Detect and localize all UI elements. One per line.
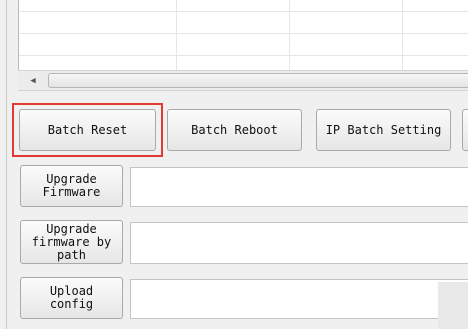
more-toolbar-button[interactable] bbox=[462, 109, 468, 151]
upgrade-firmware-by-path-button[interactable]: Upgrade firmware by path bbox=[20, 220, 123, 264]
grid-col-line bbox=[176, 0, 177, 70]
scrollbar-thumb[interactable] bbox=[48, 73, 468, 88]
ip-batch-setting-button[interactable]: IP Batch Setting bbox=[316, 109, 451, 151]
side-button-edge bbox=[438, 282, 468, 329]
upgrade-firmware-button[interactable]: Upgrade Firmware bbox=[20, 165, 123, 207]
upgrade-firmware-path-field[interactable] bbox=[130, 222, 468, 264]
grid-col-line bbox=[289, 0, 290, 70]
device-grid[interactable] bbox=[18, 0, 468, 70]
scroll-left-icon[interactable]: ◀ bbox=[26, 75, 40, 87]
horizontal-scrollbar[interactable]: ◀ bbox=[18, 70, 468, 91]
grid-col-line bbox=[402, 0, 403, 70]
grid-row-line bbox=[19, 11, 468, 12]
upload-config-field[interactable] bbox=[130, 279, 468, 319]
grid-row-line bbox=[19, 55, 468, 56]
grid-row-line bbox=[19, 33, 468, 34]
upgrade-firmware-field[interactable] bbox=[130, 167, 468, 207]
batch-reset-button[interactable]: Batch Reset bbox=[19, 109, 156, 151]
upload-config-button[interactable]: Upload config bbox=[20, 277, 123, 319]
window-left-border bbox=[0, 0, 7, 329]
batch-reboot-button[interactable]: Batch Reboot bbox=[167, 109, 302, 151]
